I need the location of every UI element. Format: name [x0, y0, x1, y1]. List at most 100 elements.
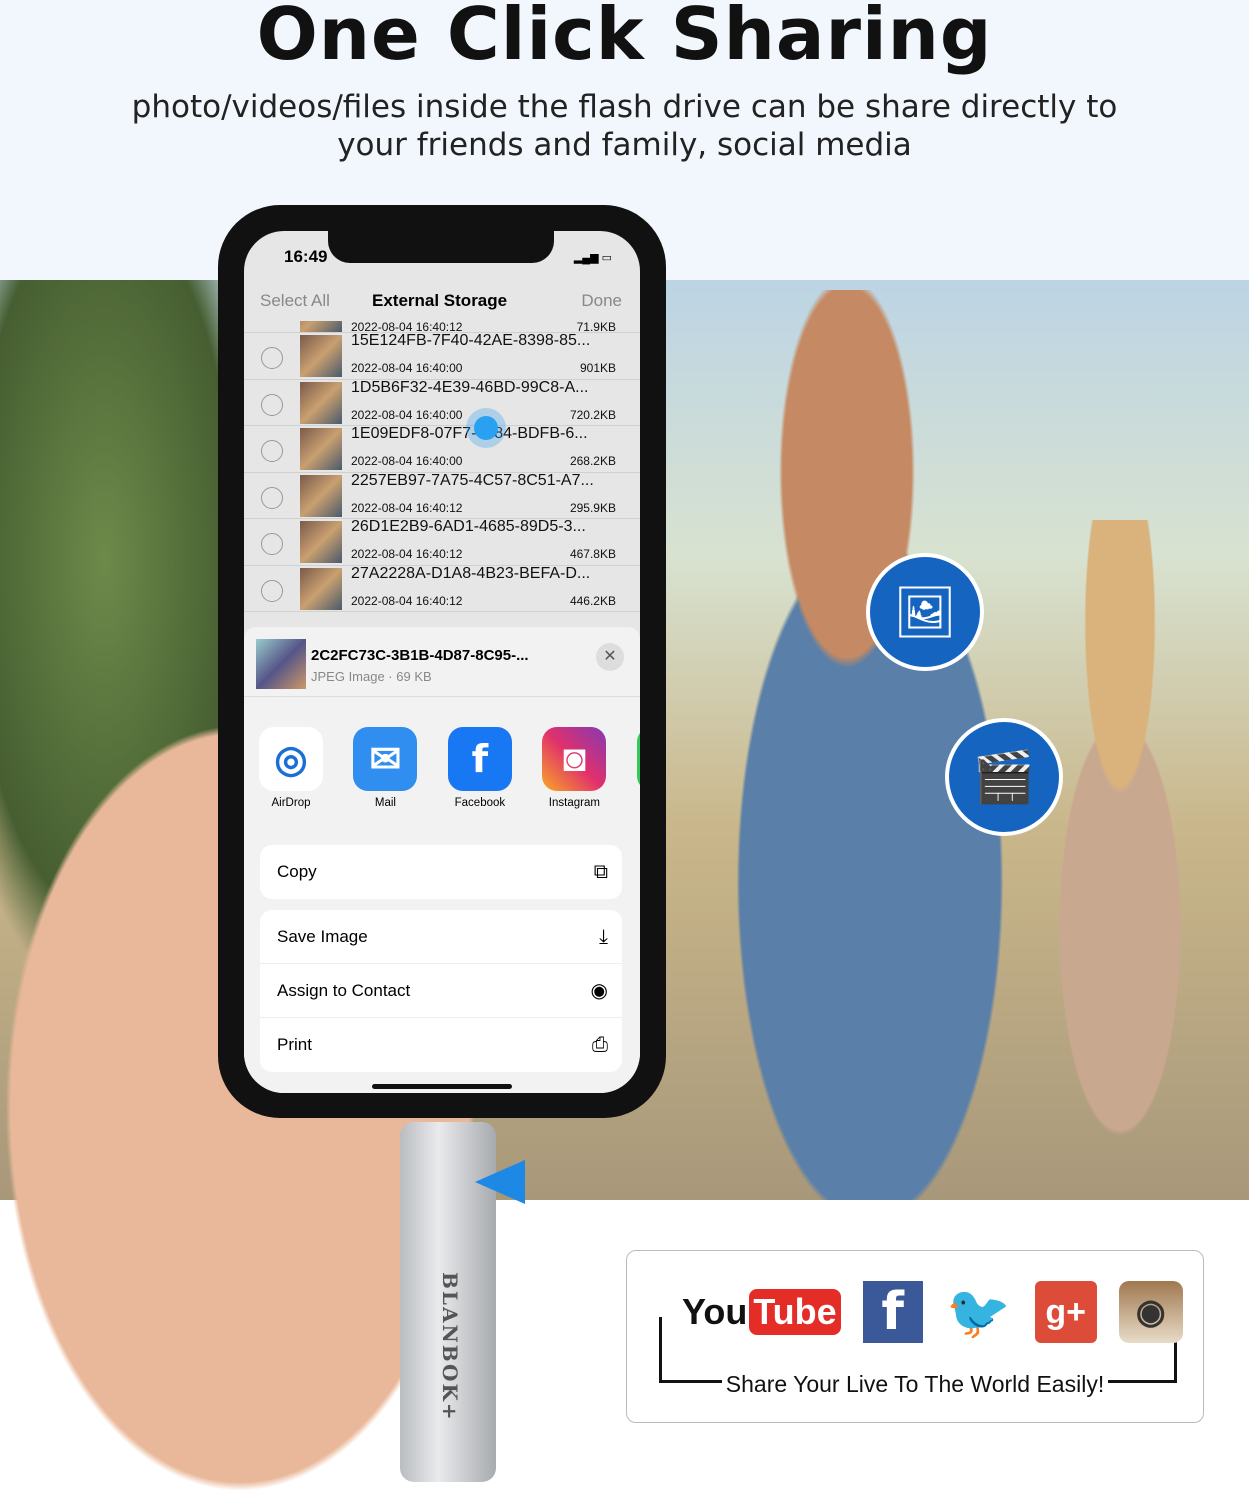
- gallery-icon: 🖼: [866, 553, 984, 671]
- share-sheet: 2C2FC73C-3B1B-4D87-8C95-... JPEG Image ·…: [244, 627, 640, 1093]
- file-list: 2022-08-04 16:40:12 71.9KB 15E124FB-7F40…: [244, 321, 640, 612]
- file-size: 268.2KB: [569, 454, 616, 468]
- action-label: Save Image: [277, 927, 368, 946]
- airdrop-icon: ◎: [259, 727, 323, 791]
- instagram-icon: ◙: [542, 727, 607, 791]
- file-size: 720.2KB: [569, 407, 616, 422]
- select-all-button[interactable]: Select All: [260, 291, 330, 311]
- file-row[interactable]: 15E124FB-7F40-42AE-8398-85... 2022-08-04 …: [244, 332, 640, 380]
- youtube-icon: You Tube: [682, 1281, 841, 1343]
- app-label: AirDrop: [271, 797, 311, 809]
- video-clapper-icon: 🎬: [945, 718, 1063, 836]
- notch: [328, 231, 554, 263]
- whatsapp-icon: ✆: [636, 727, 640, 791]
- file-name: 2257EB97-7A75-4C57-8C51-A7...: [351, 471, 594, 489]
- app-label: W: [637, 797, 640, 809]
- page-subtitle: photo/videos/files inside the flash driv…: [131, 89, 1118, 163]
- google-plus-icon: g+: [1034, 1281, 1097, 1343]
- share-app-whatsapp[interactable]: ✆W: [636, 727, 640, 809]
- shared-file-thumbnail: [256, 639, 306, 689]
- share-app-airdrop[interactable]: ◎ AirDrop: [259, 727, 349, 809]
- file-date: 2022-08-04 16:40:12: [351, 547, 463, 561]
- share-apps: ◎AirDrop ✉Mail fFacebook ◙Instagram ✆W: [259, 727, 640, 809]
- youtube-tube: Tube: [749, 1289, 841, 1335]
- arrow-pointer-icon: [475, 1160, 525, 1204]
- close-button[interactable]: ✕: [596, 643, 624, 671]
- share-app-instagram[interactable]: ◙ Instagram: [542, 727, 632, 809]
- file-date: 2022-08-04 16:40:00: [351, 361, 463, 375]
- file-date: 2022-08-04 16:40:00: [351, 407, 463, 422]
- file-size: 467.8KB: [569, 547, 616, 561]
- action-label: Copy: [277, 862, 317, 881]
- copy-action[interactable]: Copy ⧉: [260, 845, 622, 899]
- social-logos: You Tube f 🐦 g+ ◉: [682, 1281, 1183, 1343]
- file-date: 2022-08-04 16:40:12: [351, 593, 463, 608]
- facebook-icon: f: [447, 727, 512, 791]
- select-radio[interactable]: [261, 440, 283, 462]
- file-thumbnail: [300, 567, 342, 610]
- youtube-you: You: [682, 1291, 748, 1332]
- file-row[interactable]: 1D5B6F32-4E39-46BD-99C8-A... 2022-08-04 1…: [244, 378, 640, 426]
- touch-indicator: [474, 416, 498, 440]
- printer-icon: ⎙: [592, 1034, 608, 1056]
- file-date: 2022-08-04 16:40:00: [351, 454, 463, 468]
- file-row[interactable]: 27A2228A-D1A8-4B23-BEFA-D... 2022-08-04 1…: [244, 565, 640, 612]
- file-thumbnail: [300, 321, 342, 332]
- file-thumbnail: [300, 521, 342, 563]
- phone-screen: 16:49 ▂▄▆ ▭ Select All External Storage …: [244, 231, 640, 1093]
- file-size: 901KB: [579, 361, 616, 375]
- select-radio[interactable]: [261, 393, 283, 416]
- instagram-logo-icon: ◉: [1118, 1281, 1183, 1343]
- select-radio[interactable]: [261, 533, 283, 555]
- app-label: Instagram: [548, 797, 600, 809]
- download-icon: ⤓: [599, 926, 608, 948]
- file-date: 2022-08-04 16:40:12: [351, 500, 463, 515]
- slogan-text: Share Your Live To The World Easily!: [721, 1371, 1109, 1397]
- page-title: One Click Sharing: [256, 0, 993, 76]
- signal-battery-icon: ▂▄▆ ▭: [573, 252, 612, 264]
- slogan: Share Your Live To The World Easily!: [627, 1371, 1203, 1398]
- phone: 16:49 ▂▄▆ ▭ Select All External Storage …: [218, 205, 666, 1118]
- share-app-facebook[interactable]: f Facebook: [447, 727, 538, 809]
- file-thumbnail: [300, 474, 342, 517]
- file-name: 26D1E2B9-6AD1-4685-89D5-3...: [351, 518, 586, 535]
- shared-file-name: 2C2FC73C-3B1B-4D87-8C95-...: [311, 647, 529, 664]
- file-name: 1D5B6F32-4E39-46BD-99C8-A...: [351, 378, 589, 396]
- social-share-box: You Tube f 🐦 g+ ◉ Share Your Live To The …: [626, 1250, 1204, 1423]
- file-row[interactable]: 26D1E2B9-6AD1-4685-89D5-3... 2022-08-04 1…: [244, 518, 640, 566]
- file-row[interactable]: 2257EB97-7A75-4C57-8C51-A7... 2022-08-04 …: [244, 471, 640, 519]
- file-size: 295.9KB: [569, 500, 616, 515]
- mail-icon: ✉: [353, 727, 418, 791]
- copy-icon: ⧉: [593, 861, 608, 883]
- done-button[interactable]: Done: [581, 291, 622, 311]
- print-action[interactable]: Print ⎙: [260, 1018, 622, 1072]
- share-app-mail[interactable]: ✉ Mail: [353, 727, 443, 809]
- file-name: 15E124FB-7F40-42AE-8398-85...: [351, 332, 591, 349]
- drive-brand: BLANBOK+: [438, 1272, 462, 1422]
- copy-group: Copy ⧉: [260, 845, 622, 899]
- nav-bar: Select All External Storage Done: [244, 291, 640, 321]
- twitter-icon: 🐦: [946, 1283, 1012, 1342]
- facebook-logo-icon: f: [862, 1281, 923, 1343]
- home-indicator: [372, 1084, 512, 1089]
- assign-contact-action[interactable]: Assign to Contact ◉: [260, 964, 622, 1018]
- save-image-action[interactable]: Save Image ⤓: [260, 910, 622, 964]
- share-header: 2C2FC73C-3B1B-4D87-8C95-... JPEG Image ·…: [244, 627, 640, 697]
- file-name: 1E09EDF8-07F7-4584-BDFB-6...: [351, 425, 588, 442]
- actions-group: Save Image ⤓ Assign to Contact ◉ Print ⎙: [260, 910, 622, 1072]
- nav-title: External Storage: [372, 291, 508, 310]
- file-size: 446.2KB: [569, 593, 616, 608]
- shared-file-type: JPEG Image · 69 KB: [311, 669, 432, 684]
- action-label: Print: [277, 1035, 312, 1054]
- select-radio[interactable]: [261, 579, 283, 602]
- file-thumbnail: [300, 335, 342, 377]
- status-time: 16:49: [284, 247, 328, 266]
- select-radio[interactable]: [261, 347, 283, 369]
- woman-figure: [1000, 520, 1240, 1200]
- file-thumbnail: [300, 428, 342, 470]
- app-label: Mail: [374, 797, 396, 809]
- contact-icon: ◉: [590, 980, 608, 1002]
- select-radio[interactable]: [261, 486, 283, 509]
- file-thumbnail: [300, 381, 342, 424]
- file-row[interactable]: 1E09EDF8-07F7-4584-BDFB-6... 2022-08-04 1…: [244, 425, 640, 473]
